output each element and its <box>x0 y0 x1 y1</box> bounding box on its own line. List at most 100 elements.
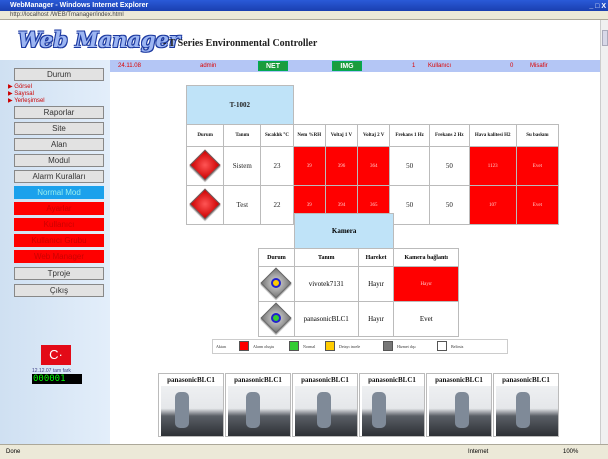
col-hava-kalitesi: Hava kalitesi H2 <box>468 124 517 147</box>
legend-label: Belirsiz <box>451 344 464 349</box>
cell-hareket: Hayır <box>357 301 395 337</box>
out-of-service-swatch-icon <box>383 341 393 351</box>
table-row[interactable]: Sistem 23 39 396 364 50 50 1123 Evet <box>185 146 560 186</box>
col-hareket: Hareket <box>357 248 395 267</box>
nav-kullanici[interactable]: Kullanıcı <box>14 218 104 231</box>
camera-thumb-label: panasonicBLC1 <box>368 376 416 384</box>
camera-thumb-label: panasonicBLC1 <box>301 376 349 384</box>
sublink-yerlesimsel[interactable]: ▶ Yerleşimsel <box>8 98 45 105</box>
status-cell[interactable] <box>185 146 225 186</box>
camera-status-icon[interactable] <box>260 302 292 334</box>
inspect-swatch-icon <box>325 341 335 351</box>
nav-normal-mod[interactable]: Normal Mod <box>14 186 104 199</box>
img-button[interactable]: IMG <box>332 61 362 71</box>
nav-ayarlar[interactable]: Ayarlar <box>14 202 104 215</box>
col-kamera-baglanti: Kamera bağlantı <box>393 248 459 267</box>
status-cell[interactable] <box>258 266 295 302</box>
status-text: Done <box>6 449 21 455</box>
cell-voltaj1: 396 <box>324 146 359 186</box>
nav-alan[interactable]: Alan <box>14 138 104 151</box>
col-sicaklik: Sıcaklık °C <box>260 124 294 147</box>
sublink-sayisal[interactable]: ▶ Sayısal <box>8 91 34 98</box>
sidebar: Durum ▶ Görsel ▶ Sayısal ▶ Yerleşimsel R… <box>0 60 110 444</box>
col-frekans2: Frekans 2 Hz <box>428 124 470 147</box>
nav-raporlar[interactable]: Raporlar <box>14 106 104 119</box>
vertical-scrollbar[interactable] <box>600 20 608 444</box>
turkish-flag-icon[interactable]: C· <box>41 345 71 365</box>
guests-label: Misafir <box>530 63 548 69</box>
col-nem: Nem %RH <box>292 124 326 147</box>
guests-count: 0 <box>510 63 514 69</box>
scrollbar-thumb[interactable] <box>602 30 608 46</box>
camera-thumb[interactable]: panasonicBLC1 <box>359 373 425 437</box>
address-url[interactable]: http://localhost /WEB/Tmanager/index.htm… <box>10 12 124 18</box>
cell-tanim: Test <box>223 185 262 225</box>
alarm-swatch-icon <box>239 341 249 351</box>
nav-tproje[interactable]: Tproje <box>14 267 104 280</box>
table-row[interactable]: vivotek7131 Hayır Hayır <box>258 266 459 302</box>
camera-thumb[interactable]: panasonicBLC1 <box>493 373 559 437</box>
camera-table-title: Kamera <box>293 213 395 249</box>
table-row[interactable]: panasonicBLC1 Hayır Evet <box>258 301 459 337</box>
camera-thumb[interactable]: panasonicBLC1 <box>158 373 224 437</box>
camera-thumb-label: panasonicBLC1 <box>167 376 215 384</box>
camera-thumb-label: panasonicBLC1 <box>435 376 483 384</box>
col-tanim: Tanım <box>223 124 262 147</box>
users-count: 1 <box>412 63 416 69</box>
camera-image[interactable] <box>295 386 357 436</box>
cell-voltaj2: 364 <box>357 146 391 186</box>
camera-thumb[interactable]: panasonicBLC1 <box>426 373 492 437</box>
camera-thumb[interactable]: panasonicBLC1 <box>292 373 358 437</box>
sublink-gorsel[interactable]: ▶ Görsel <box>8 84 32 91</box>
top-status-bar: 24.11.08 admin NET IMG 1 Kullanıcı 0 Mis… <box>110 60 600 72</box>
cell-su-baskini: Evet <box>515 146 560 186</box>
nav-alarm-kurallari[interactable]: Alarm Kuralları <box>14 170 104 183</box>
nav-durum[interactable]: Durum <box>14 68 104 81</box>
camera-thumb[interactable]: panasonicBLC1 <box>225 373 291 437</box>
status-user: admin <box>200 63 217 69</box>
nav-cikis[interactable]: Çıkış <box>14 284 104 297</box>
cell-frekans2: 50 <box>428 146 470 186</box>
unknown-swatch-icon <box>437 341 447 351</box>
device-table-title: T-1002 <box>186 85 294 125</box>
app-header: Web Manager - T Series Environmental Con… <box>0 20 600 60</box>
alarm-status-icon[interactable] <box>189 188 221 220</box>
camera-status-icon[interactable] <box>260 267 292 299</box>
col-frekans1: Frekans 1 Hz <box>389 124 430 147</box>
security-zone: Internet <box>468 449 489 455</box>
zoom-level[interactable]: 100% <box>563 445 578 459</box>
col-tanim: Tanım <box>293 248 359 267</box>
net-button[interactable]: NET <box>258 61 288 71</box>
camera-image[interactable] <box>228 386 290 436</box>
nav-modul[interactable]: Modul <box>14 154 104 167</box>
status-cell[interactable] <box>185 185 225 225</box>
nav-kullanici-grubu[interactable]: Kullanıcı Grubu <box>14 234 104 247</box>
cell-kamera-baglanti: Hayır <box>393 266 459 302</box>
legend-label: Normal <box>303 344 316 349</box>
page-subtitle: - T Series Environmental Controller <box>163 38 318 49</box>
camera-thumb-label: panasonicBLC1 <box>502 376 550 384</box>
nav-site[interactable]: Site <box>14 122 104 135</box>
col-durum: Durum <box>258 248 295 267</box>
camera-thumbnails: panasonicBLC1 panasonicBLC1 panasonicBLC… <box>158 373 560 437</box>
alarm-status-icon[interactable] <box>189 149 221 181</box>
users-label: Kullanıcı <box>428 63 452 69</box>
visit-counter: 000001 <box>32 374 82 384</box>
cell-hareket: Hayır <box>357 266 395 302</box>
status-cell[interactable] <box>258 301 295 337</box>
address-bar[interactable]: http://localhost /WEB/Tmanager/index.htm… <box>0 11 608 20</box>
col-durum: Durum <box>185 124 225 147</box>
camera-thumb-label: panasonicBLC1 <box>234 376 282 384</box>
camera-image[interactable] <box>429 386 491 436</box>
legend-label: Detayı incele <box>339 344 361 349</box>
nav-web-manager[interactable]: Web Manager <box>14 250 104 263</box>
legend-label: Alarm oluştu <box>253 344 274 349</box>
legend-label: Aktarı <box>216 344 227 349</box>
cell-tanim: vivotek7131 <box>293 266 359 302</box>
cell-tanim: panasonicBLC1 <box>293 301 359 337</box>
camera-image[interactable] <box>362 386 424 436</box>
browser-status-bar: Done Internet 100% <box>0 444 608 459</box>
window-titlebar: WebManager - Windows Internet Explorer _… <box>0 0 608 11</box>
camera-image[interactable] <box>161 386 223 436</box>
camera-image[interactable] <box>496 386 558 436</box>
